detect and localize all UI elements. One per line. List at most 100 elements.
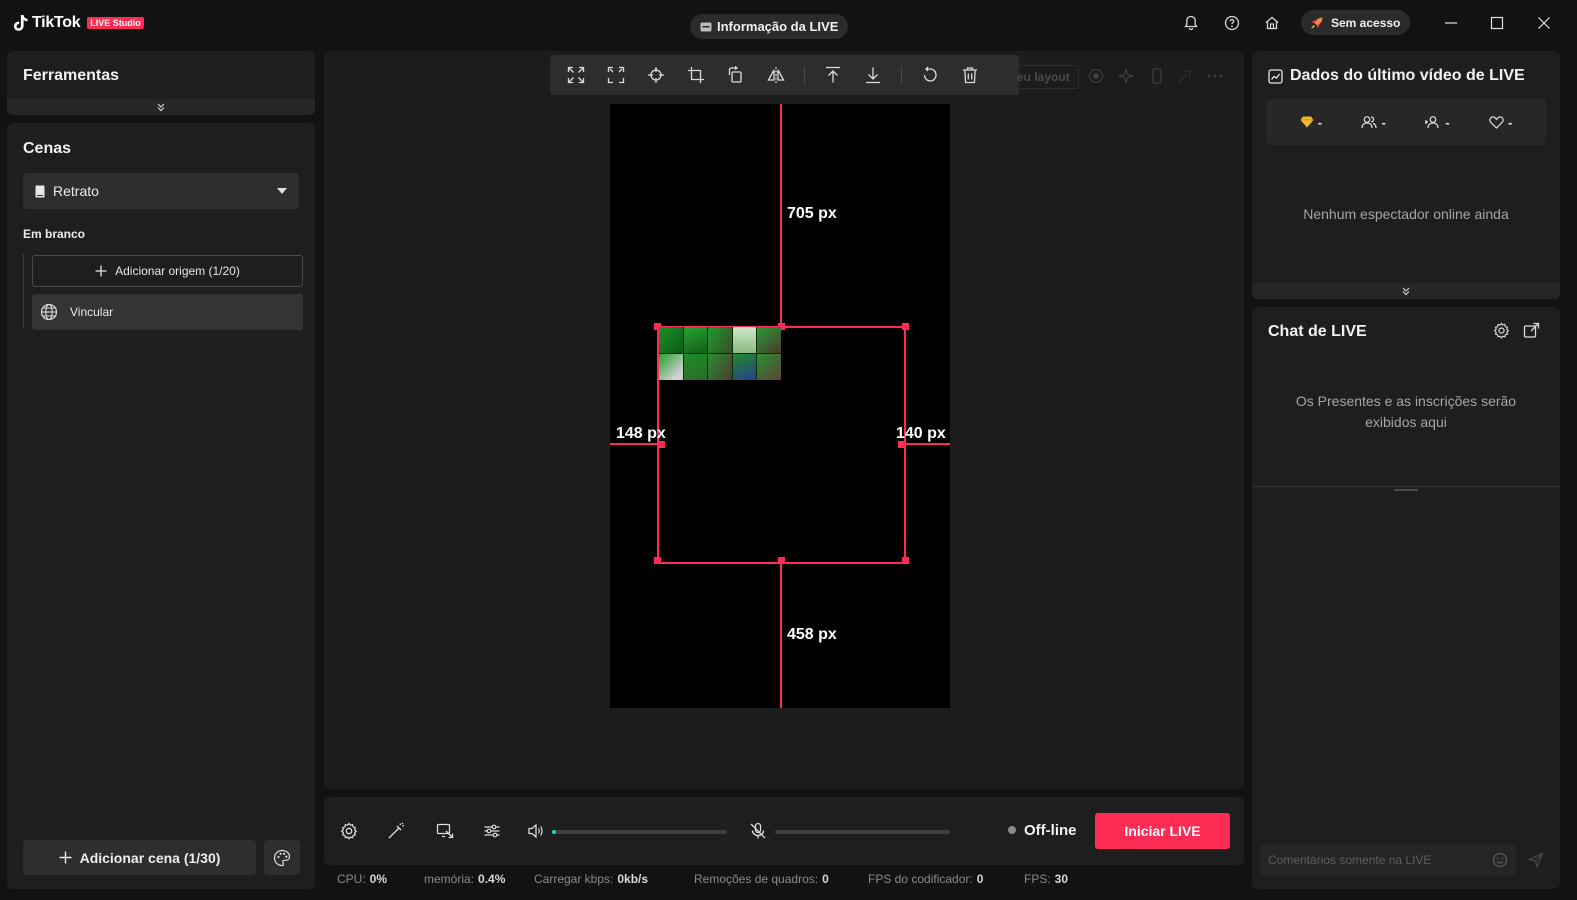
share-icon[interactable] (1177, 68, 1193, 84)
new-follower-icon (1425, 116, 1439, 129)
viewers-stat: - (1361, 115, 1386, 130)
emoji-icon[interactable] (1492, 852, 1508, 868)
left-distance-label: 148 px (616, 425, 666, 442)
close-icon[interactable] (1533, 12, 1555, 34)
scene-group-divider (23, 254, 24, 329)
stream-preview-canvas[interactable]: 705 px 148 px 140 px 458 px (610, 104, 950, 708)
bring-to-front-icon[interactable] (821, 63, 845, 87)
resize-handle-bottom[interactable] (778, 557, 785, 564)
last-live-stats: - - - - (1266, 99, 1546, 145)
more-options-icon[interactable] (1206, 68, 1224, 84)
crop-icon[interactable] (684, 63, 708, 87)
chat-settings-icon[interactable] (1493, 322, 1510, 339)
comment-input-box (1260, 844, 1516, 876)
fullscreen-icon[interactable] (604, 63, 628, 87)
tools-panel: Ferramentas (7, 51, 315, 115)
audio-mixer-icon[interactable] (482, 821, 502, 841)
add-source-button[interactable]: Adicionar origem (1/20) (32, 255, 303, 287)
top-distance-label: 705 px (787, 205, 837, 222)
live-info-label: Informação da LIVE (717, 19, 839, 34)
scene-selector[interactable]: Retrato (23, 173, 299, 209)
microphone-muted-icon[interactable] (748, 821, 768, 841)
record-icon[interactable] (1088, 68, 1104, 84)
resize-handle-top-right[interactable] (902, 323, 909, 330)
rotate-icon[interactable] (724, 63, 748, 87)
theme-palette-button[interactable] (264, 840, 300, 875)
add-scene-label: Adicionar cena (1/30) (79, 849, 221, 866)
top-distance-line (780, 104, 782, 328)
chart-icon (1268, 68, 1283, 84)
no-viewers-message: Nenhum espectador online ainda (1303, 206, 1509, 222)
start-live-button[interactable]: Iniciar LIVE (1095, 813, 1230, 849)
maximize-icon[interactable] (1486, 12, 1508, 34)
center-icon[interactable] (644, 63, 668, 87)
resize-handle-bottom-left[interactable] (654, 557, 661, 564)
toolbar-divider (804, 66, 805, 84)
undo-icon[interactable] (918, 63, 942, 87)
upload-kbps-stat: Carregar kbps: 0kb/s (534, 872, 649, 886)
right-distance-label: 140 px (896, 425, 946, 442)
speaker-volume-icon[interactable] (526, 821, 546, 841)
left-distance-line (610, 443, 658, 445)
microphone-volume-slider[interactable] (775, 830, 950, 834)
stream-status-label: Off-line (1024, 822, 1077, 839)
magic-effects-icon[interactable] (1118, 68, 1134, 84)
last-live-data-panel: Dados do último vídeo de LIVE - - - - Ne… (1252, 51, 1560, 299)
stream-controls-bar: Off-line Iniciar LIVE (324, 797, 1244, 865)
tiktok-note-icon (14, 15, 28, 31)
speaker-volume-fill (552, 830, 556, 834)
chat-resize-handle[interactable] (1394, 489, 1418, 491)
live-info-button[interactable]: Informação da LIVE (690, 14, 849, 39)
settings-gear-icon[interactable] (339, 821, 359, 841)
last-live-expand-toggle[interactable] (1252, 283, 1560, 299)
source-item[interactable]: Vincular (32, 294, 303, 330)
chevron-double-down-icon (1402, 287, 1410, 296)
add-scene-button[interactable]: Adicionar cena (1/30) (23, 840, 256, 875)
source-item-label: Vincular (70, 305, 114, 319)
resize-handle-bottom-right[interactable] (902, 557, 909, 564)
layout-button[interactable]: eu layout (1008, 65, 1079, 89)
last-live-header: Dados do último vídeo de LIVE (1268, 67, 1525, 85)
speaker-volume-slider[interactable] (552, 830, 727, 834)
screen-share-icon[interactable] (435, 821, 455, 841)
comment-input[interactable] (1268, 853, 1492, 867)
toolbar-divider (901, 66, 902, 84)
live-info-icon (700, 22, 712, 31)
start-live-label: Iniciar LIVE (1124, 823, 1201, 839)
effects-wand-icon[interactable] (386, 821, 406, 841)
send-to-back-icon[interactable] (861, 63, 885, 87)
fps-stat: FPS: 30 (1024, 872, 1069, 886)
access-label: Sem acesso (1331, 15, 1401, 30)
encoder-fps-stat: FPS do codificador: 0 (868, 872, 984, 886)
rocket-icon (1311, 17, 1323, 29)
dropped-frames-stat: Remoções de quadros: 0 (694, 872, 829, 886)
delete-icon[interactable] (958, 63, 982, 87)
cpu-stat: CPU: 0% (337, 872, 388, 886)
palette-icon (273, 849, 291, 866)
right-distance-line (904, 443, 950, 445)
help-icon[interactable] (1222, 13, 1242, 33)
fit-to-screen-icon[interactable] (564, 63, 588, 87)
mobile-preview-icon[interactable] (1149, 68, 1165, 84)
home-icon[interactable] (1262, 13, 1282, 33)
chat-empty-message: Os Presentes e as inscrições serão exibi… (1295, 393, 1517, 430)
bottom-distance-label: 458 px (787, 626, 837, 643)
scenes-panel: Cenas Retrato Em branco Adicionar origem… (7, 123, 315, 889)
tiktok-live-studio-window: TikTok LIVE Studio Informação da LIVE Se… (0, 0, 1577, 900)
notifications-bell-icon[interactable] (1181, 13, 1201, 33)
minimize-icon[interactable] (1440, 12, 1462, 34)
canvas-panel: eu layout 705 px 148 px 140 px 458 px (324, 51, 1244, 789)
scene-selector-label: Retrato (53, 183, 99, 199)
popout-chat-icon[interactable] (1523, 322, 1540, 339)
flip-icon[interactable] (764, 63, 788, 87)
access-status-button[interactable]: Sem acesso (1301, 10, 1411, 35)
scenes-title: Cenas (23, 140, 72, 157)
heart-icon (1489, 115, 1504, 129)
canvas-toolbar (550, 55, 1019, 95)
tools-expand-toggle[interactable] (7, 99, 315, 115)
caret-down-icon (277, 188, 287, 194)
title-bar: TikTok LIVE Studio Informação da LIVE Se… (0, 0, 1577, 46)
chat-title: Chat de LIVE (1268, 323, 1367, 340)
linked-source-thumbnail-grid (659, 327, 781, 380)
send-icon[interactable] (1528, 852, 1544, 868)
